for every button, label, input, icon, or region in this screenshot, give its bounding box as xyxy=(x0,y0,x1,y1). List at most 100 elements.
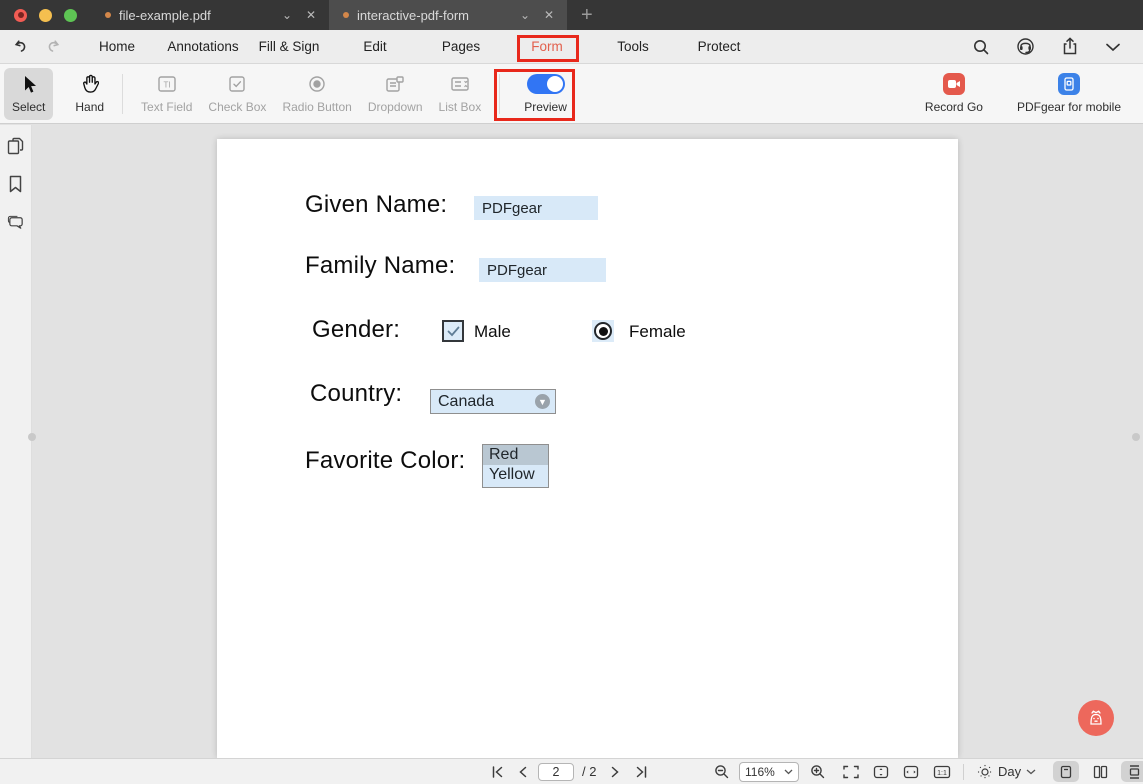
given-name-field[interactable]: PDFgear xyxy=(474,196,598,220)
menu-item-protect[interactable]: Protect xyxy=(676,30,762,64)
page-thumbnails-icon[interactable] xyxy=(7,137,25,155)
tool-label: Record Go xyxy=(925,100,983,114)
robot-icon xyxy=(1086,708,1106,728)
hand-tool-button[interactable]: Hand xyxy=(67,68,112,120)
previous-page-icon[interactable] xyxy=(512,766,534,778)
close-icon[interactable]: ✕ xyxy=(541,8,557,22)
zoom-level-select[interactable]: 116% xyxy=(739,762,799,782)
continuous-scroll-view-button[interactable] xyxy=(1121,761,1143,782)
zoom-in-icon[interactable] xyxy=(806,764,828,779)
one-to-one-glyph: 1:1 xyxy=(937,770,947,777)
tab-title: file-example.pdf xyxy=(119,8,271,23)
country-label: Country: xyxy=(310,380,402,408)
check-box-tool-button[interactable]: Check Box xyxy=(200,68,274,120)
bookmarks-icon[interactable] xyxy=(7,175,25,193)
unsaved-dot-icon xyxy=(343,12,349,18)
unsaved-dot-icon xyxy=(105,12,111,18)
given-name-label: Given Name: xyxy=(305,191,447,219)
chevron-down-icon[interactable]: ⌄ xyxy=(279,8,295,22)
assistant-bot-button[interactable] xyxy=(1078,700,1114,736)
tab-title: interactive-pdf-form xyxy=(357,8,509,23)
redo-icon[interactable] xyxy=(45,38,62,55)
menu-items: Home Annotations Fill & Sign Edit Pages … xyxy=(74,30,762,64)
dropdown-tool-button[interactable]: Dropdown xyxy=(360,68,431,120)
tool-label: Check Box xyxy=(208,100,266,114)
left-panel-strip xyxy=(0,125,32,758)
radio-button-tool-button[interactable]: Radio Button xyxy=(274,68,359,120)
ti-glyph: TI xyxy=(163,81,170,90)
cursor-arrow-icon xyxy=(20,73,38,95)
select-tool-button[interactable]: Select xyxy=(4,68,53,120)
menu-item-form[interactable]: Form xyxy=(504,30,590,64)
country-dropdown[interactable]: Canada ▼ xyxy=(430,389,556,414)
new-tab-button[interactable]: + xyxy=(567,0,607,30)
next-page-icon[interactable] xyxy=(604,766,626,778)
list-box-icon xyxy=(450,73,470,95)
pdfgear-for-mobile-button[interactable]: PDFgear for mobile xyxy=(1009,68,1129,120)
list-item-red[interactable]: Red xyxy=(483,445,548,465)
last-page-icon[interactable] xyxy=(630,766,652,778)
support-headset-icon[interactable] xyxy=(1016,37,1035,56)
radio-selected-icon xyxy=(594,322,612,340)
document-canvas: Given Name: PDFgear Family Name: PDFgear… xyxy=(33,125,1143,758)
minimize-window-button[interactable] xyxy=(39,9,52,22)
statusbar-separator xyxy=(963,764,964,780)
two-page-view-button[interactable] xyxy=(1087,761,1113,782)
family-name-field[interactable]: PDFgear xyxy=(479,258,606,282)
actual-size-icon[interactable]: 1:1 xyxy=(933,765,951,779)
day-mode-sun-icon xyxy=(977,764,993,780)
toolbar-separator xyxy=(499,74,500,114)
chevron-down-icon[interactable] xyxy=(1026,769,1036,775)
toolbar-separator xyxy=(122,74,123,114)
dropdown-icon xyxy=(385,73,405,95)
list-item-yellow[interactable]: Yellow xyxy=(483,465,548,485)
undo-icon[interactable] xyxy=(12,38,29,55)
tool-label: Dropdown xyxy=(368,100,423,114)
menu-item-edit[interactable]: Edit xyxy=(332,30,418,64)
panel-resize-handle[interactable] xyxy=(1132,433,1140,441)
tab-file-example[interactable]: file-example.pdf ⌄ ✕ xyxy=(91,0,329,30)
male-checkbox[interactable] xyxy=(442,320,464,342)
search-icon[interactable] xyxy=(972,38,990,56)
chevron-down-icon[interactable]: ⌄ xyxy=(517,8,533,22)
list-box-tool-button[interactable]: List Box xyxy=(431,68,490,120)
menu-item-annotations[interactable]: Annotations xyxy=(160,30,246,64)
record-go-icon xyxy=(943,73,965,95)
close-icon[interactable]: ✕ xyxy=(303,8,319,22)
dropdown-chevron-icon: ▼ xyxy=(535,394,550,409)
record-go-button[interactable]: Record Go xyxy=(917,68,991,120)
single-page-view-button[interactable] xyxy=(1053,761,1079,782)
panel-resize-handle[interactable] xyxy=(28,433,36,441)
chevron-down-icon xyxy=(784,769,793,775)
traffic-lights xyxy=(0,9,91,22)
tool-label: Hand xyxy=(75,100,104,114)
share-icon[interactable] xyxy=(1061,37,1079,56)
female-radio[interactable] xyxy=(592,320,614,342)
text-field-icon: TI xyxy=(157,73,177,95)
fit-width-icon[interactable] xyxy=(903,765,919,779)
tab-interactive-pdf-form[interactable]: interactive-pdf-form ⌄ ✕ xyxy=(329,0,567,30)
zoom-out-icon[interactable] xyxy=(710,764,732,779)
comments-icon[interactable] xyxy=(7,213,25,231)
male-option-label: Male xyxy=(474,322,511,342)
tool-label: PDFgear for mobile xyxy=(1017,100,1121,114)
menu-item-pages[interactable]: Pages xyxy=(418,30,504,64)
preview-toggle[interactable]: Preview xyxy=(516,68,575,120)
close-window-button[interactable] xyxy=(14,9,27,22)
menu-item-home[interactable]: Home xyxy=(74,30,160,64)
toggle-on-icon[interactable] xyxy=(527,74,565,94)
page-number-input[interactable] xyxy=(538,763,574,781)
first-page-icon[interactable] xyxy=(486,766,508,778)
fit-height-icon[interactable] xyxy=(873,765,889,779)
zoom-window-button[interactable] xyxy=(64,9,77,22)
check-icon xyxy=(447,326,460,337)
tool-label: Preview xyxy=(524,100,567,114)
day-mode-label[interactable]: Day xyxy=(998,764,1021,779)
collapse-toolbar-chevron-icon[interactable] xyxy=(1105,42,1121,52)
text-field-tool-button[interactable]: TI Text Field xyxy=(133,68,200,120)
favorite-color-listbox[interactable]: Red Yellow xyxy=(482,444,549,488)
menu-item-tools[interactable]: Tools xyxy=(590,30,676,64)
tool-label: Radio Button xyxy=(282,100,351,114)
fit-page-icon[interactable] xyxy=(843,765,859,779)
menu-item-fill-sign[interactable]: Fill & Sign xyxy=(246,30,332,64)
